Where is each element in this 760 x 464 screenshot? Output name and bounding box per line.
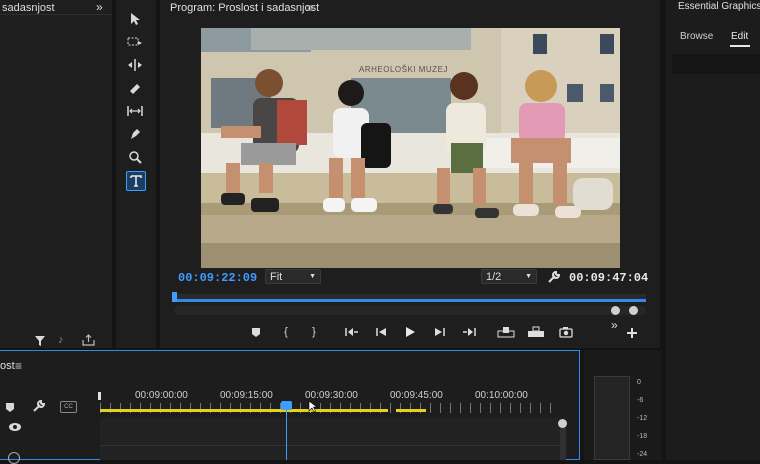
slip-tool-icon[interactable] [126,102,144,120]
program-playhead-marker[interactable] [172,292,177,302]
project-panel: sadasnjost » ♪ [0,0,112,348]
export-icon[interactable] [82,333,95,346]
museum-sign-text: ARHEOLOŠKI MUZEJ [359,65,448,74]
timeline-playhead-handle[interactable] [281,401,292,410]
tab-edit[interactable]: Edit [731,31,748,42]
export-frame-icon[interactable] [556,322,576,342]
ruler-label: 00:09:15:00 [220,390,273,401]
ruler-label: 00:09:45:00 [390,390,443,401]
track-header-control-icon[interactable] [8,452,20,464]
zoom-scrollbar[interactable] [174,306,646,315]
timeline-menu-icon[interactable]: ≡ [15,359,22,373]
button-editor-plus-icon[interactable] [626,326,638,338]
panel-expand-icon[interactable]: » [96,0,103,14]
chevron-down-icon: ▼ [525,273,532,280]
filter-icon[interactable] [34,334,46,346]
timeline-start-marker [98,392,101,400]
work-area-bar[interactable] [100,409,388,412]
project-panel-title: sadasnjost [2,2,55,14]
wrench-icon[interactable] [547,270,561,284]
fit-dropdown-label: Fit [270,270,283,283]
track-select-tool-icon[interactable] [126,33,144,51]
timeline-playhead-line [286,410,287,460]
zoom-scrollbar-handle-right[interactable] [629,306,638,315]
audio-meter-label: -18 [637,433,648,440]
audio-meter-bar [594,376,630,460]
pen-tool-icon[interactable] [126,125,144,143]
timeline-scroll-handle[interactable] [558,419,567,428]
video-frame[interactable]: ARHEOLOŠKI MUZEJ [201,28,620,268]
chevron-down-icon: ▼ [309,273,316,280]
ruler-label: 00:10:00:00 [475,390,528,401]
resolution-dropdown-label: 1/2 [486,270,502,283]
zoom-tool-icon[interactable] [126,148,144,166]
resolution-dropdown[interactable]: 1/2 ▼ [481,269,537,284]
project-panel-divider [0,14,112,15]
tab-browse[interactable]: Browse [680,31,713,42]
mark-out-icon[interactable]: } [304,322,324,342]
go-to-out-icon[interactable] [459,322,479,342]
razor-tool-icon[interactable] [126,79,144,97]
essential-graphics-toolbar [672,54,760,74]
extract-icon[interactable] [526,322,546,342]
selection-tool-icon[interactable] [126,10,144,28]
panel-menu-icon[interactable]: ≡ [307,1,314,15]
audio-meter-label: 0 [637,379,641,386]
captions-icon[interactable]: CC [60,401,77,413]
program-monitor-title: Program: Proslost i sadasnjost [170,2,320,14]
go-to-in-icon[interactable] [342,322,362,342]
add-marker-icon[interactable] [246,322,266,342]
music-note-icon[interactable]: ♪ [58,334,70,346]
mark-in-icon[interactable]: { [276,322,296,342]
audio-meter-label: -12 [637,415,648,422]
lift-icon[interactable] [496,322,516,342]
audio-meter-label: -24 [637,451,648,458]
eye-icon[interactable] [8,419,22,431]
play-icon[interactable] [400,322,420,342]
program-scrubber-progress [174,299,646,302]
step-back-icon[interactable] [371,322,391,342]
add-marker-icon[interactable] [5,400,16,412]
mouse-cursor-icon [308,400,318,414]
zoom-scrollbar-handle-left[interactable] [611,306,620,315]
fit-dropdown[interactable]: Fit ▼ [265,269,321,284]
tab-edit-underline [730,45,750,47]
ripple-edit-tool-icon[interactable] [126,56,144,74]
ruler-label: 00:09:00:00 [135,390,188,401]
work-area-bar-end[interactable] [396,409,426,412]
controls-overflow-icon[interactable]: » [611,318,618,332]
wrench-icon[interactable] [32,399,46,413]
essential-graphics-title: Essential Graphics [678,1,760,12]
track-area[interactable] [100,418,562,460]
timeline-title: ost [0,360,15,372]
playhead-timecode[interactable]: 00:09:22:09 [178,271,257,285]
duration-timecode: 00:09:47:04 [569,271,649,285]
step-forward-icon[interactable] [430,322,450,342]
type-tool-icon[interactable] [126,171,146,191]
track-divider [100,445,562,446]
audio-meter-label: -6 [637,397,644,404]
